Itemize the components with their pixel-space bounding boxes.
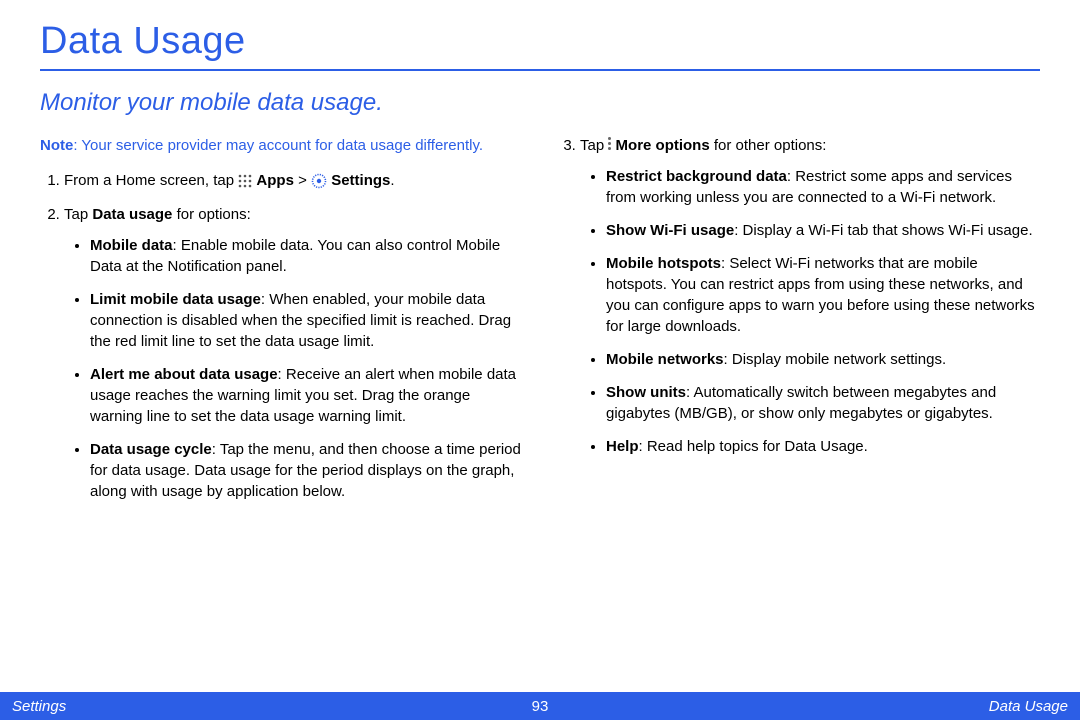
page-subtitle: Monitor your mobile data usage. [40,89,1040,117]
list-item: Alert me about data usage: Receive an al… [90,364,524,427]
list-item: Help: Read help topics for Data Usage. [606,436,1040,457]
item-bold: Show Wi-Fi usage [606,222,734,239]
page-footer: Settings 93 Data Usage [0,692,1080,720]
list-item: Restrict background data: Restrict some … [606,166,1040,208]
footer-left: Settings [12,698,66,715]
note-body: : Your service provider may account for … [73,137,483,154]
item-bold: Mobile data [90,237,173,254]
apps-icon [238,171,252,192]
step1-gt: > [298,172,311,189]
step2-post: for options: [172,206,250,223]
item-bold: Restrict background data [606,168,787,185]
step3-pre: Tap [580,137,608,154]
list-item: Data usage cycle: Tap the menu, and then… [90,439,524,502]
footer-right: Data Usage [989,698,1068,715]
list-item: Limit mobile data usage: When enabled, y… [90,289,524,352]
item-bold: Data usage cycle [90,441,212,458]
item-bold: Help [606,438,639,455]
step-1: From a Home screen, tap Apps > [64,170,524,192]
steps-list-left: From a Home screen, tap Apps > [40,170,524,502]
settings-icon [311,171,327,192]
footer-page-number: 93 [532,698,549,715]
step1-end: . [390,172,394,189]
item-bold: Show units [606,384,686,401]
step3-sublist: Restrict background data: Restrict some … [580,166,1040,457]
item-bold: Alert me about data usage [90,366,278,383]
note-text: Note: Your service provider may account … [40,135,524,156]
step-3: Tap More options for other options: Rest… [580,135,1040,457]
step2-bold: Data usage [92,206,172,223]
step1-pre: From a Home screen, tap [64,172,238,189]
right-column: Tap More options for other options: Rest… [556,135,1040,514]
list-item: Mobile networks: Display mobile network … [606,349,1040,370]
item-rest: : Display mobile network settings. [724,351,947,368]
list-item: Show Wi-Fi usage: Display a Wi-Fi tab th… [606,220,1040,241]
item-bold: Mobile networks [606,351,724,368]
step1-apps: Apps [256,172,294,189]
step2-sublist: Mobile data: Enable mobile data. You can… [64,235,524,502]
item-bold: Limit mobile data usage [90,291,261,308]
step-2: Tap Data usage for options: Mobile data:… [64,204,524,502]
item-rest: : Read help topics for Data Usage. [639,438,868,455]
page: Data Usage Monitor your mobile data usag… [0,0,1080,720]
step3-post: for other options: [710,137,827,154]
item-rest: : Display a Wi-Fi tab that shows Wi-Fi u… [734,222,1032,239]
more-options-icon [608,135,611,152]
list-item: Mobile hotspots: Select Wi-Fi networks t… [606,253,1040,337]
steps-list-right: Tap More options for other options: Rest… [556,135,1040,457]
item-bold: Mobile hotspots [606,255,721,272]
note-label: Note [40,137,73,154]
content-columns: Note: Your service provider may account … [40,135,1040,514]
list-item: Show units: Automatically switch between… [606,382,1040,424]
page-title: Data Usage [40,20,1040,71]
step3-bold: More options [616,137,710,154]
step2-pre: Tap [64,206,92,223]
left-column: Note: Your service provider may account … [40,135,524,514]
step1-settings: Settings [331,172,390,189]
list-item: Mobile data: Enable mobile data. You can… [90,235,524,277]
